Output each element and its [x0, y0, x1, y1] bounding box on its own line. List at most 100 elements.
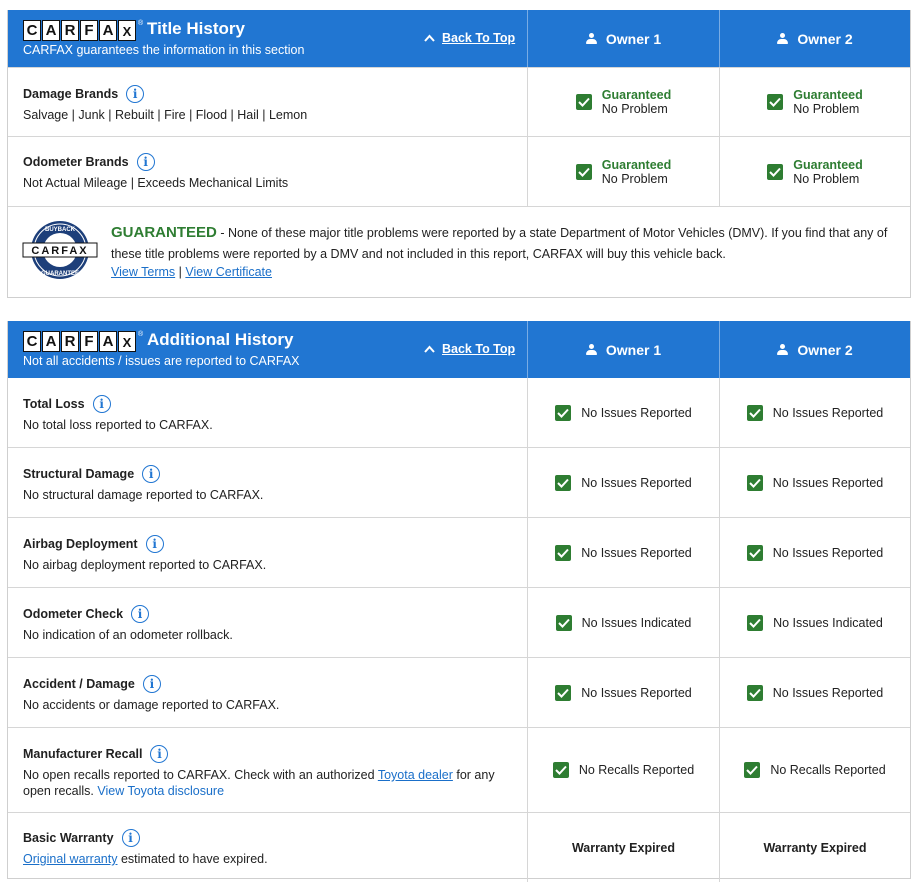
row-title: Odometer Check — [23, 607, 124, 621]
row-description: No structural damage reported to CARFAX. — [23, 488, 264, 502]
carfax-logo: C A R F A X ® — [23, 20, 143, 41]
status-value: No Recalls Reported — [770, 763, 886, 777]
warranty-text: estimated to have expired. — [117, 852, 268, 866]
checkmark-icon — [555, 544, 572, 561]
info-icon[interactable]: i — [142, 675, 161, 693]
title-history-section: C A R F A X ® Title History CARFAX guarantees … — [7, 10, 911, 298]
toyota-disclosure-link[interactable]: View Toyota disclosure — [97, 784, 224, 798]
owner-2-status: Guaranteed No Problem — [719, 137, 910, 206]
info-icon[interactable]: i — [145, 535, 164, 553]
row-title: Damage Brands — [23, 87, 119, 101]
person-icon — [777, 343, 789, 356]
status-value: No Issues Reported — [581, 685, 692, 700]
info-icon[interactable]: i — [131, 605, 150, 623]
status-text: Guaranteed No Problem — [793, 88, 862, 116]
row-label: Structural Damage i No structural damage r… — [8, 448, 528, 517]
logo-letter: A — [42, 20, 60, 41]
owner-1-status: Warranty Expired — [528, 813, 719, 882]
chevron-up-icon — [424, 345, 435, 353]
status-value: No Issues Reported — [581, 405, 692, 420]
table-row: Odometer Check i No indication of an odome… — [8, 587, 910, 657]
additional-rows: Total Loss i No total loss reported to CAR… — [8, 378, 910, 727]
info-icon[interactable]: i — [126, 85, 145, 103]
row-label: Damage Brands i Salvage | Junk | Rebuilt … — [8, 68, 528, 136]
additional-history-header: C A R F A X ® Additional History Not all accid… — [8, 321, 910, 378]
back-to-top-label: Back To Top — [442, 31, 516, 45]
status-value: No Issues Reported — [581, 545, 692, 560]
owner-2-status: No Issues Reported — [719, 448, 910, 517]
status-value: No Issues Reported — [772, 545, 884, 560]
logo-letter: A — [99, 20, 117, 41]
owner-label: Owner 2 — [797, 341, 853, 358]
row-label: Airbag Deployment i No airbag deployment r… — [8, 518, 528, 587]
row-title-wrap: Accident / Damage i — [23, 675, 527, 693]
checkmark-icon — [555, 404, 572, 421]
logo-letter: C — [23, 331, 41, 352]
status-value: No Recalls Reported — [578, 763, 695, 777]
link-separator: | — [178, 265, 182, 279]
info-icon[interactable]: i — [142, 465, 161, 483]
section-title: Additional History — [147, 330, 294, 349]
owner-2-status: No Issues Reported — [719, 378, 910, 447]
info-icon[interactable]: i — [150, 745, 169, 763]
guarantee-text: GUARANTEED - None of these major title p… — [111, 223, 896, 280]
person-icon — [777, 32, 789, 45]
row-description: No total loss reported to CARFAX. — [23, 418, 213, 432]
row-title: Odometer Brands — [23, 155, 129, 169]
carfax-logo: C A R F A X ® — [23, 331, 144, 352]
row-description: Salvage | Junk | Rebuilt | Fire | Flood … — [23, 108, 308, 122]
additional-history-section: C A R F A X ® Additional History Not all accid… — [7, 321, 911, 882]
table-row: Structural Damage i No structural damage r… — [8, 447, 910, 517]
chevron-up-icon — [424, 34, 435, 42]
trademark-mark: ® — [138, 331, 144, 338]
table-row: Damage Brands i Salvage | Junk | Rebuilt … — [8, 67, 910, 136]
guaranteed-headline: GUARANTEED — [111, 224, 217, 241]
owner-1-status: No Recalls Reported — [528, 728, 719, 812]
info-icon[interactable]: i — [136, 153, 155, 171]
logo-letter: R — [61, 20, 79, 41]
table-row: Airbag Deployment i No airbag deployment r… — [8, 517, 910, 587]
checkmark-icon — [575, 94, 592, 110]
row-title: Accident / Damage — [23, 677, 135, 691]
status-value: No Issues Reported — [772, 405, 884, 420]
table-row: Manufacturer Recall i No open recalls rep… — [8, 727, 910, 812]
row-title-wrap: Total Loss i — [23, 395, 527, 413]
owner-2-status: Guaranteed No Problem — [719, 68, 910, 136]
guarantee-description: - None of these major title problems wer… — [111, 226, 888, 261]
logo-letter: R — [61, 331, 79, 352]
checkmark-icon — [575, 163, 592, 180]
row-label: Manufacturer Recall i No open recalls rep… — [8, 728, 528, 812]
view-terms-link[interactable]: View Terms — [111, 265, 175, 279]
status-value: No Issues Reported — [581, 475, 692, 490]
owner-2-status: No Issues Indicated — [719, 588, 910, 657]
table-row: Basic Warranty i Original warranty estima… — [8, 812, 910, 882]
row-description: No airbag deployment reported to CARFAX. — [23, 558, 267, 572]
guarantee-links: View Terms | View Certificate — [111, 264, 896, 280]
owner-2-status: No Issues Reported — [719, 518, 910, 587]
guarantee-content: BUYBACK GUARANTEE CARFAX GUARANTEED - No… — [8, 207, 910, 298]
status-value: No Issues Indicated — [581, 615, 692, 630]
row-title-wrap: Structural Damage i — [23, 465, 527, 483]
back-to-top-link[interactable]: Back To Top — [424, 31, 515, 45]
owner-1-status: No Issues Reported — [528, 518, 719, 587]
owner-label: Owner 1 — [605, 341, 662, 358]
view-certificate-link[interactable]: View Certificate — [185, 265, 272, 279]
owner-2-status: No Issues Reported — [719, 658, 910, 727]
original-warranty-link[interactable]: Original warranty — [23, 852, 117, 866]
owner-1-header: Owner 1 — [528, 321, 719, 378]
guaranteed-label: Guaranteed — [601, 88, 672, 102]
status-value: No Issues Indicated — [773, 615, 883, 630]
row-title: Basic Warranty — [23, 831, 114, 845]
back-to-top-label: Back To Top — [442, 342, 516, 356]
toyota-dealer-link[interactable]: Toyota dealer — [378, 768, 453, 782]
guarantee-row: BUYBACK GUARANTEE CARFAX GUARANTEED - No… — [8, 206, 910, 298]
section-subtitle: Not all accidents / issues are reported … — [23, 354, 300, 368]
row-label: Basic Warranty i Original warranty estima… — [8, 813, 528, 882]
checkmark-icon — [767, 94, 784, 110]
back-to-top-link[interactable]: Back To Top — [424, 342, 515, 356]
info-icon[interactable]: i — [92, 395, 111, 413]
logo-letter: X — [118, 20, 136, 41]
info-icon[interactable]: i — [121, 829, 140, 847]
status-value: No Issues Reported — [772, 685, 884, 700]
checkmark-icon — [746, 404, 763, 421]
